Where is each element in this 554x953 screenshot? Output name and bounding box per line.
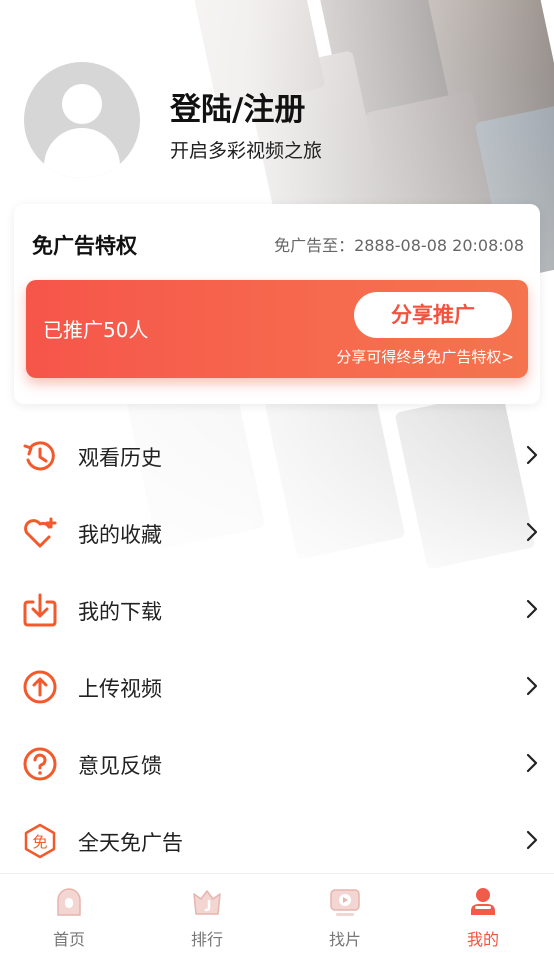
menu-item-label: 意见反馈	[78, 754, 162, 778]
menu-item-watch-history[interactable]: 观看历史	[0, 418, 554, 494]
favorite-heart-icon	[24, 517, 57, 548]
find-video-icon	[330, 889, 360, 916]
menu-item-label: 我的收藏	[78, 523, 162, 547]
history-icon	[23, 441, 55, 471]
login-register-link[interactable]: 登陆/注册	[170, 84, 305, 129]
promo-banner: 已推广50人 分享推广 分享可得终身免广告特权>	[26, 280, 528, 378]
menu-item-label: 观看历史	[78, 446, 162, 470]
download-icon	[23, 593, 57, 627]
upload-icon	[23, 670, 57, 704]
feedback-question-icon	[23, 747, 57, 781]
menu-item-my-downloads[interactable]: 我的下载	[0, 572, 554, 648]
chevron-right-icon	[526, 830, 538, 850]
tab-label: 首页	[52, 930, 85, 949]
menu-item-my-favorites[interactable]: 我的收藏	[0, 495, 554, 571]
menu-item-ad-free-all-day[interactable]: 免 全天免广告	[0, 803, 554, 879]
tab-home[interactable]: 首页	[0, 874, 138, 953]
promo-count: 已推广50人	[43, 318, 149, 342]
chevron-right-icon	[526, 753, 538, 773]
tab-find-video[interactable]: 找片	[276, 874, 414, 953]
tab-mine[interactable]: 我的	[414, 874, 552, 953]
ranking-crown-icon	[193, 890, 221, 915]
menu-item-upload-video[interactable]: 上传视频	[0, 649, 554, 725]
avatar[interactable]	[24, 62, 140, 178]
ad-free-title: 免广告特权	[32, 234, 137, 258]
ad-free-badge-icon: 免	[24, 823, 56, 859]
ad-free-card: 免广告特权 免广告至：2888-08-08 20:08:08 已推广50人 分享…	[14, 204, 540, 404]
share-promote-button[interactable]: 分享推广	[354, 292, 512, 338]
svg-text:免: 免	[32, 833, 47, 851]
menu-item-label: 我的下载	[78, 600, 162, 624]
chevron-right-icon	[526, 676, 538, 696]
tab-label: 找片	[328, 930, 361, 949]
menu-item-label: 上传视频	[78, 677, 162, 701]
user-avatar-icon	[62, 84, 102, 124]
profile-subtitle: 开启多彩视频之旅	[170, 140, 323, 162]
chevron-right-icon	[526, 599, 538, 619]
ad-free-expire-text: 免广告至：2888-08-08 20:08:08	[274, 236, 524, 255]
chevron-right-icon	[526, 522, 538, 542]
tab-ranking[interactable]: 排行	[138, 874, 276, 953]
profile-icon	[471, 888, 495, 915]
tab-label: 排行	[190, 930, 223, 949]
bottom-tab-bar: 首页 排行 找片 我的	[0, 873, 554, 953]
home-icon	[57, 888, 81, 916]
menu-item-feedback[interactable]: 意见反馈	[0, 726, 554, 802]
chevron-right-icon	[526, 445, 538, 465]
tab-label: 我的	[466, 930, 499, 949]
promo-hint-link[interactable]: 分享可得终身免广告特权>	[336, 346, 514, 367]
menu-item-label: 全天免广告	[78, 831, 183, 855]
